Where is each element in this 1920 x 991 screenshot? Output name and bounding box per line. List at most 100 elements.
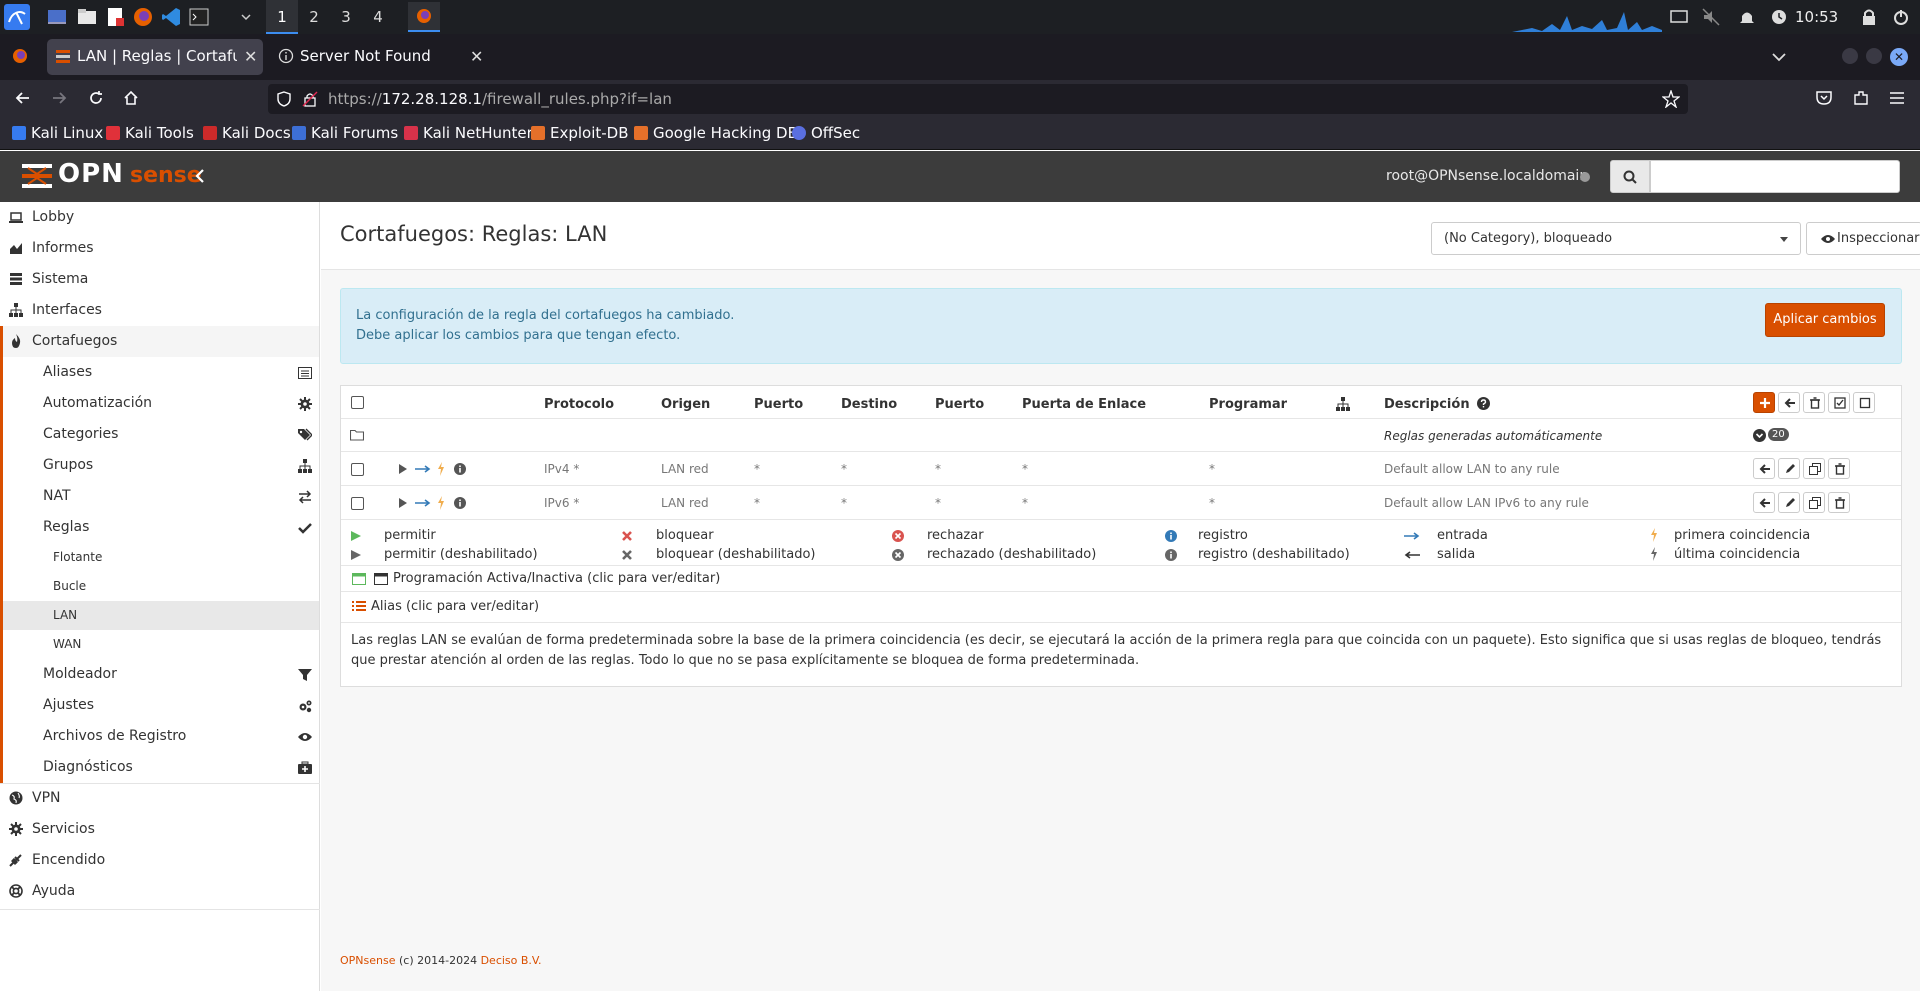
insecure-lock-icon[interactable] <box>302 91 318 107</box>
edit-rule-button[interactable] <box>1778 492 1800 513</box>
terminal-icon[interactable] <box>188 6 210 28</box>
text-editor-icon[interactable] <box>104 6 126 28</box>
info-circle-icon[interactable] <box>454 497 466 509</box>
back-icon[interactable] <box>14 89 32 107</box>
delete-rule-button[interactable] <box>1828 492 1850 513</box>
maximize-window-icon[interactable] <box>1866 48 1882 64</box>
search-button[interactable] <box>1610 160 1650 193</box>
sidebar-item-moldeador[interactable]: Moldeador <box>0 659 319 690</box>
bookmark-google-hacking-db[interactable]: Google Hacking DB <box>634 124 798 142</box>
sidebar-item-lan[interactable]: LAN <box>0 601 319 630</box>
table-row[interactable]: IPv4 * LAN red * * * * * Default allow L… <box>341 452 1901 486</box>
enable-selected-button[interactable] <box>1828 392 1850 413</box>
vscode-icon[interactable] <box>160 6 182 28</box>
clock[interactable]: 10:53 <box>1795 0 1838 34</box>
sidebar-item-informes[interactable]: Informes <box>0 233 319 264</box>
info-circle-icon[interactable] <box>454 463 466 475</box>
sidebar-item-sistema[interactable]: Sistema <box>0 264 319 295</box>
mute-icon[interactable] <box>1700 6 1722 28</box>
bookmark-kali-nethunter[interactable]: Kali NetHunter <box>404 124 533 142</box>
sidebar-item-bucle[interactable]: Bucle <box>0 572 319 601</box>
sidebar-item-reglas[interactable]: Reglas <box>0 512 319 543</box>
sidebar-item-aliases[interactable]: Aliases <box>0 357 319 388</box>
forward-icon[interactable] <box>50 89 68 107</box>
question-circle-icon[interactable] <box>1477 397 1490 410</box>
tab-list-chevron-icon[interactable] <box>1768 46 1790 68</box>
chevron-down-icon[interactable] <box>240 6 252 28</box>
status-dot-icon[interactable] <box>1580 172 1590 182</box>
select-all-checkbox[interactable] <box>351 396 364 409</box>
header-schedule[interactable]: Programar <box>1209 397 1287 412</box>
header-destination[interactable]: Destino <box>841 397 897 412</box>
header-source-port[interactable]: Puerto <box>754 397 803 412</box>
edit-rule-button[interactable] <box>1778 458 1800 479</box>
category-select[interactable]: (No Category), bloqueado <box>1431 222 1801 255</box>
sidebar-item-nat[interactable]: NAT <box>0 481 319 512</box>
add-rule-button[interactable] <box>1753 392 1775 413</box>
sidebar-item-grupos[interactable]: Grupos <box>0 450 319 481</box>
search-input[interactable] <box>1650 160 1900 193</box>
header-description[interactable]: Descripción <box>1384 397 1470 412</box>
inspect-button[interactable]: Inspeccionar <box>1806 222 1920 255</box>
bookmark-offsec[interactable]: OffSec <box>792 124 860 142</box>
clone-rule-button[interactable] <box>1803 458 1825 479</box>
reload-icon[interactable] <box>87 89 105 107</box>
firefox-icon[interactable] <box>132 6 154 28</box>
sidebar-item-ajustes[interactable]: Ajustes <box>0 690 319 721</box>
header-gateway[interactable]: Puerta de Enlace <box>1022 397 1146 412</box>
move-before-button[interactable] <box>1753 458 1775 479</box>
sidebar-item-encendido[interactable]: Encendido <box>0 845 319 876</box>
delete-rule-button[interactable] <box>1828 458 1850 479</box>
user-account-label[interactable]: root@OPNsense.localdomain <box>1386 168 1588 184</box>
auto-rules-toggle[interactable]: 20 <box>1753 428 1789 444</box>
sidebar-item-flotante[interactable]: Flotante <box>0 543 319 572</box>
workspace-4[interactable]: 4 <box>362 0 394 34</box>
clone-rule-button[interactable] <box>1803 492 1825 513</box>
sidebar-item-cortafuegos[interactable]: Cortafuegos <box>0 326 319 357</box>
sidebar-item-servicios[interactable]: Servicios <box>0 814 319 845</box>
bookmark-kali-docs[interactable]: Kali Docs <box>203 124 291 142</box>
home-icon[interactable] <box>122 89 140 107</box>
shield-icon[interactable] <box>276 91 292 107</box>
pass-play-icon[interactable] <box>398 463 408 475</box>
collapse-sidebar-chevron-icon[interactable] <box>193 168 207 184</box>
minimize-window-icon[interactable] <box>1842 48 1858 64</box>
desktop-icon[interactable] <box>46 6 68 28</box>
footer-brand-link[interactable]: OPNsense <box>340 954 396 967</box>
sidebar-item-diagnosticos[interactable]: Diagnósticos <box>0 752 319 783</box>
header-source[interactable]: Origen <box>661 397 710 412</box>
firefox-menu-icon[interactable] <box>10 46 32 68</box>
close-window-icon[interactable]: ✕ <box>1890 48 1908 66</box>
move-before-button[interactable] <box>1753 492 1775 513</box>
notification-bell-icon[interactable] <box>1736 6 1758 28</box>
firefox-window-icon[interactable] <box>408 2 440 32</box>
tab-lan-rules[interactable]: LAN | Reglas | Cortafuegos ✕ <box>47 39 263 75</box>
pass-play-icon[interactable] <box>398 497 408 509</box>
bookmark-kali-linux[interactable]: Kali Linux <box>12 124 103 142</box>
kali-menu-icon[interactable] <box>4 4 30 30</box>
workspace-1[interactable]: 1 <box>266 0 298 34</box>
pocket-icon[interactable] <box>1815 89 1833 107</box>
auto-rules-row[interactable]: Reglas generadas automáticamente 20 <box>341 419 1901 452</box>
lock-icon[interactable] <box>1858 6 1880 28</box>
file-manager-icon[interactable] <box>76 6 98 28</box>
workspace-2[interactable]: 2 <box>298 0 330 34</box>
workspace-3[interactable]: 3 <box>330 0 362 34</box>
sidebar-item-wan[interactable]: WAN <box>0 630 319 659</box>
close-tab-icon[interactable]: ✕ <box>470 47 483 66</box>
header-destination-port[interactable]: Puerto <box>935 397 984 412</box>
extensions-icon[interactable] <box>1852 89 1870 107</box>
footer-company-link[interactable]: Deciso B.V. <box>481 954 542 967</box>
sidebar-item-ayuda[interactable]: Ayuda <box>0 876 319 907</box>
header-protocol[interactable]: Protocolo <box>544 397 614 412</box>
sidebar-item-vpn[interactable]: VPN <box>0 783 319 814</box>
disable-selected-button[interactable] <box>1853 392 1875 413</box>
display-icon[interactable] <box>1668 6 1690 28</box>
power-icon[interactable] <box>1890 6 1912 28</box>
bookmark-exploit-db[interactable]: Exploit-DB <box>531 124 629 142</box>
bookmark-star-icon[interactable] <box>1662 90 1680 108</box>
row-checkbox[interactable] <box>351 497 364 510</box>
hamburger-menu-icon[interactable] <box>1888 89 1906 107</box>
url-bar[interactable]: https://172.28.128.1/firewall_rules.php?… <box>268 84 1688 114</box>
bookmark-kali-forums[interactable]: Kali Forums <box>292 124 398 142</box>
